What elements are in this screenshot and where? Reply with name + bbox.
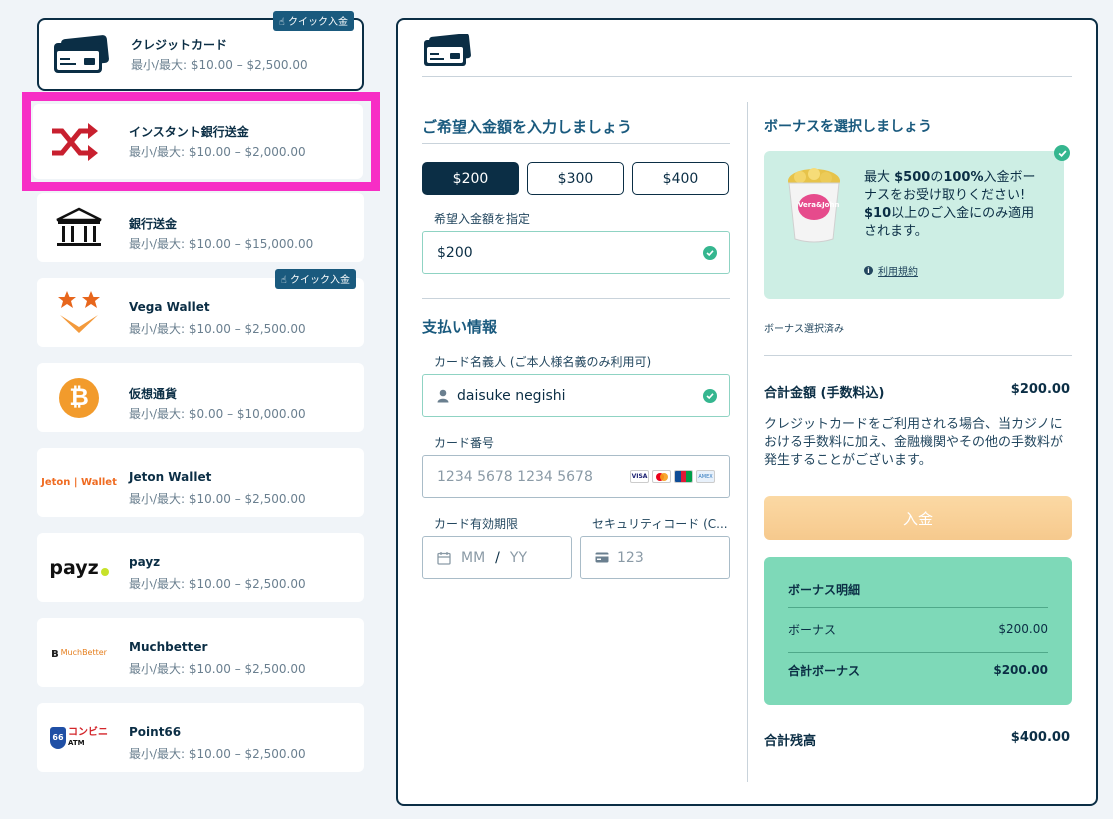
amex-icon: AMEX bbox=[696, 470, 715, 483]
method-name: Point66 bbox=[129, 725, 182, 739]
method-name: payz bbox=[129, 555, 161, 569]
fee-notice: クレジットカードをご利用される場合、当カジノにおける手数料に加え、金融機関やその… bbox=[764, 417, 1064, 468]
divider bbox=[422, 76, 1072, 77]
method-range: 最小/最大: $10.00 – $2,500.00 bbox=[131, 58, 308, 72]
bonus-image: Vera&John bbox=[786, 167, 842, 243]
method-vega-wallet[interactable]: Vega Wallet 最小/最大: $10.00 – $2,500.00 ☝ … bbox=[37, 269, 364, 347]
method-range: 最小/最大: $10.00 – $2,500.00 bbox=[129, 322, 306, 336]
divider bbox=[788, 607, 1048, 608]
jeton-logo: Jeton | Wallet bbox=[41, 477, 117, 488]
deposit-panel: ご希望入金額を入力しましょう $200 $300 $400 希望入金額を指定 $… bbox=[396, 18, 1098, 806]
method-payz[interactable]: payz payz 最小/最大: $10.00 – $2,500.00 bbox=[37, 533, 364, 602]
method-name: Muchbetter bbox=[129, 640, 208, 654]
method-name: クレジットカード bbox=[131, 38, 228, 52]
total-bonus-value: $200.00 bbox=[993, 663, 1048, 677]
bonus-breakdown: ボーナス明細 ボーナス $200.00 合計ボーナス $200.00 bbox=[764, 557, 1072, 705]
vega-wallet-logo bbox=[49, 290, 109, 335]
custom-amount-input[interactable]: $200 bbox=[422, 231, 730, 274]
visa-icon: VISA bbox=[630, 470, 649, 483]
card-number-input[interactable]: 1234 5678 1234 5678 VISA AMEX bbox=[422, 455, 730, 498]
method-name: Jeton Wallet bbox=[129, 470, 212, 484]
payment-section-title: 支払い情報 bbox=[422, 318, 498, 336]
credit-card-icon bbox=[422, 33, 472, 72]
jcb-icon bbox=[674, 470, 693, 483]
total-bonus-label: 合計ボーナス bbox=[788, 664, 861, 678]
method-point66[interactable]: 66 コンビニ ATM Point66 最小/最大: $10.00 – $2,5… bbox=[37, 703, 364, 772]
total-amount-label: 合計金額 (手数料込) bbox=[764, 386, 885, 401]
quick-deposit-badge: ☝ クイック入金 bbox=[272, 11, 354, 31]
bonus-selected-check-icon bbox=[1054, 145, 1070, 161]
terms-link[interactable]: i 利用規約 bbox=[864, 263, 918, 278]
muchbetter-logo: ʙ MuchBetter bbox=[51, 645, 107, 660]
bonus-image-text: Vera&John bbox=[798, 201, 840, 209]
bitcoin-icon: ₿ bbox=[49, 375, 109, 420]
method-range: 最小/最大: $10.00 – $15,000.00 bbox=[129, 237, 314, 251]
deposit-button[interactable]: 入金 bbox=[764, 496, 1072, 540]
divider bbox=[422, 298, 730, 299]
user-icon bbox=[437, 389, 449, 403]
breakdown-title: ボーナス明細 bbox=[788, 583, 861, 597]
method-crypto[interactable]: ₿ 仮想通貨 最小/最大: $0.00 – $10,000.00 bbox=[37, 363, 364, 432]
payz-logo: payz bbox=[49, 545, 109, 590]
bonus-label: ボーナス bbox=[788, 623, 837, 637]
bonus-card[interactable]: Vera&John 最大 $500の100%入金ボーナスをお受け取りください! … bbox=[764, 145, 1070, 299]
method-range: 最小/最大: $0.00 – $10,000.00 bbox=[129, 407, 306, 421]
amount-preset-400[interactable]: $400 bbox=[632, 162, 729, 195]
card-small-icon bbox=[595, 552, 609, 563]
custom-amount-label: 希望入金額を指定 bbox=[434, 212, 531, 226]
bank-icon bbox=[49, 205, 109, 250]
total-balance-value: $400.00 bbox=[1010, 730, 1070, 745]
method-range: 最小/最大: $10.00 – $2,500.00 bbox=[129, 662, 306, 676]
method-name: Vega Wallet bbox=[129, 300, 210, 314]
expiry-label: カード有効期限 bbox=[434, 517, 519, 531]
quick-deposit-icon: ☝ bbox=[278, 17, 285, 28]
cardholder-input[interactable]: daisuke negishi bbox=[422, 374, 730, 417]
total-amount-value: $200.00 bbox=[1010, 382, 1070, 397]
bonus-selected-note: ボーナス選択済み bbox=[764, 324, 844, 335]
method-name: 銀行送金 bbox=[129, 217, 178, 231]
method-credit-card[interactable]: クレジットカード 最小/最大: $10.00 – $2,500.00 ☝ クイッ… bbox=[37, 11, 364, 91]
cvc-label: セキュリティコード (C... bbox=[592, 517, 728, 531]
selection-highlight bbox=[22, 92, 380, 191]
bonus-section-title: ボーナスを選択しましょう bbox=[764, 119, 932, 135]
method-range: 最小/最大: $10.00 – $2,500.00 bbox=[129, 492, 306, 506]
credit-card-icon bbox=[51, 32, 111, 77]
method-range: 最小/最大: $10.00 – $2,500.00 bbox=[129, 577, 306, 591]
method-jeton-wallet[interactable]: Jeton | Wallet Jeton Wallet 最小/最大: $10.0… bbox=[37, 448, 364, 517]
amount-section-title: ご希望入金額を入力しましょう bbox=[422, 118, 633, 136]
method-bank-transfer[interactable]: 銀行送金 最小/最大: $10.00 – $15,000.00 bbox=[37, 193, 364, 262]
bonus-value: $200.00 bbox=[998, 622, 1048, 636]
method-muchbetter[interactable]: ʙ MuchBetter Muchbetter 最小/最大: $10.00 – … bbox=[37, 618, 364, 687]
method-range: 最小/最大: $10.00 – $2,500.00 bbox=[129, 747, 306, 761]
card-brand-icons: VISA AMEX bbox=[630, 470, 715, 483]
total-balance-label: 合計残高 bbox=[764, 734, 817, 749]
method-name: 仮想通貨 bbox=[129, 387, 178, 401]
divider bbox=[422, 143, 730, 144]
info-icon: i bbox=[864, 266, 873, 275]
amount-preset-200[interactable]: $200 bbox=[422, 162, 519, 195]
mastercard-icon bbox=[652, 470, 671, 483]
cardholder-label: カード名義人 (ご本人様名義のみ利用可) bbox=[434, 355, 652, 369]
quick-deposit-icon: ☝ bbox=[280, 275, 287, 286]
point66-logo: 66 コンビニ ATM bbox=[49, 715, 109, 760]
card-number-label: カード番号 bbox=[434, 436, 495, 450]
quick-deposit-badge: ☝ クイック入金 bbox=[274, 269, 356, 289]
bonus-description: 最大 $500の100%入金ボーナスをお受け取りください! $10以上のご入金に… bbox=[864, 170, 1036, 239]
valid-check-icon bbox=[703, 246, 717, 260]
column-divider bbox=[747, 102, 748, 782]
valid-check-icon bbox=[703, 389, 717, 403]
divider bbox=[764, 355, 1072, 356]
calendar-icon bbox=[437, 551, 451, 565]
cvc-input[interactable]: 123 bbox=[580, 536, 730, 579]
expiry-input[interactable]: MM / YY bbox=[422, 536, 572, 579]
amount-preset-300[interactable]: $300 bbox=[527, 162, 624, 195]
divider bbox=[788, 652, 1048, 653]
